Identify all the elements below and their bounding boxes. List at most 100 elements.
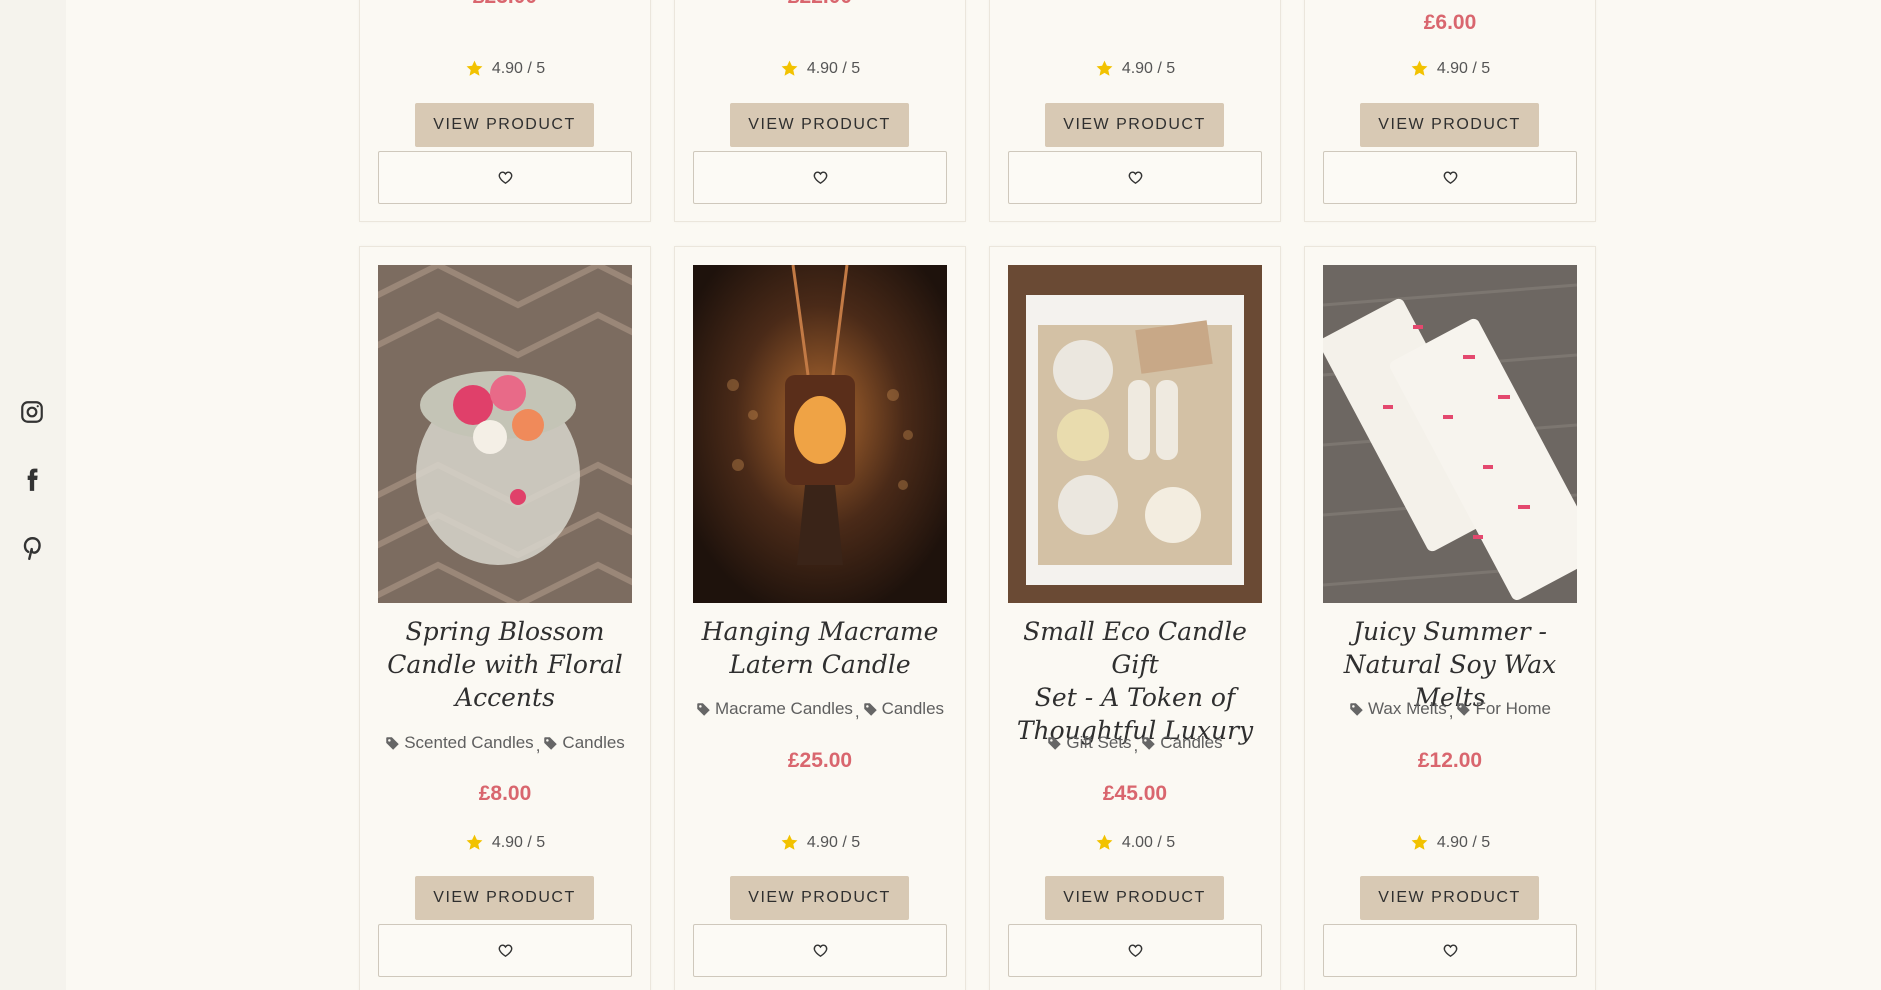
- wishlist-button[interactable]: [1008, 151, 1262, 204]
- product-image[interactable]: [378, 265, 632, 603]
- wishlist-button[interactable]: [693, 151, 947, 204]
- view-product-button[interactable]: VIEW PRODUCT: [1045, 876, 1224, 920]
- product-card: Juicy Summer - Natural Soy Wax Melts Wax…: [1304, 246, 1596, 990]
- product-price: £22.00: [675, 0, 965, 9]
- tag-icon: [863, 702, 877, 716]
- product-card: £6.00 4.90 / 5 VIEW PRODUCT: [1304, 0, 1596, 222]
- wishlist-button[interactable]: [378, 924, 632, 977]
- wishlist-button[interactable]: [693, 924, 947, 977]
- product-rating: 4.90 / 5: [1305, 59, 1595, 78]
- rating-text: 4.90 / 5: [1436, 833, 1491, 851]
- category-label: Candles: [562, 733, 625, 752]
- product-card: 4.90 / 5 VIEW PRODUCT: [989, 0, 1281, 222]
- heart-icon: [813, 944, 827, 958]
- tag-icon: [1048, 736, 1062, 750]
- title-line: Accents: [455, 683, 555, 712]
- wishlist-button[interactable]: [1008, 924, 1262, 977]
- separator: ,: [1448, 701, 1454, 721]
- heart-icon: [1443, 944, 1457, 958]
- tag-icon: [697, 702, 710, 716]
- rating-text: 4.90 / 5: [1436, 59, 1491, 77]
- star-icon: [1096, 834, 1113, 850]
- product-categories: Gift Sets , Candles: [990, 733, 1280, 756]
- product-card: Hanging Macrame Latern Candle Macrame Ca…: [674, 246, 966, 990]
- pinterest-icon[interactable]: [16, 532, 48, 564]
- wishlist-button[interactable]: [1323, 924, 1577, 977]
- tag-icon: [544, 736, 558, 750]
- product-price: £45.00: [1102, 782, 1168, 805]
- star-icon: [1096, 60, 1113, 76]
- category-link[interactable]: Candles: [863, 699, 944, 719]
- wishlist-button[interactable]: [1323, 151, 1577, 204]
- category-label: Macrame Candles: [714, 699, 853, 718]
- product-rating: 4.90 / 5: [675, 59, 965, 78]
- star-icon: [781, 834, 798, 850]
- category-link[interactable]: For Home: [1456, 699, 1551, 719]
- title-line: Hanging Macrame: [701, 617, 939, 646]
- category-label: Candles: [1160, 733, 1223, 752]
- tag-icon: [1142, 736, 1156, 750]
- facebook-icon[interactable]: [16, 464, 48, 496]
- star-icon: [781, 60, 798, 76]
- view-product-button[interactable]: VIEW PRODUCT: [1045, 103, 1224, 147]
- product-title[interactable]: Hanging Macrame Latern Candle: [685, 615, 955, 681]
- star-icon: [466, 60, 483, 76]
- star-icon: [466, 834, 483, 850]
- view-product-button[interactable]: VIEW PRODUCT: [730, 103, 909, 147]
- instagram-icon[interactable]: [16, 396, 48, 428]
- star-icon: [1411, 834, 1428, 850]
- product-image[interactable]: [1323, 265, 1577, 603]
- heart-icon: [498, 171, 512, 185]
- category-link[interactable]: Macrame Candles: [696, 699, 853, 719]
- heart-icon: [498, 944, 512, 958]
- title-line: Juicy Summer -: [1353, 617, 1547, 646]
- rating-text: 4.90 / 5: [491, 833, 546, 851]
- category-link[interactable]: Gift Sets: [1047, 733, 1132, 753]
- product-price: £25.00: [787, 749, 853, 772]
- category-link[interactable]: Candles: [1141, 733, 1223, 753]
- category-link[interactable]: Candles: [543, 733, 625, 753]
- product-rating: 4.90 / 5: [990, 59, 1280, 78]
- product-card: Small Eco Candle Gift Set - A Token of T…: [989, 246, 1281, 990]
- view-product-button[interactable]: VIEW PRODUCT: [415, 103, 594, 147]
- product-categories: Macrame Candles , Candles: [675, 699, 965, 722]
- product-card: Spring Blossom Candle with Floral Accent…: [359, 246, 651, 990]
- view-product-button[interactable]: VIEW PRODUCT: [415, 876, 594, 920]
- heart-icon: [813, 171, 827, 185]
- category-label: Gift Sets: [1066, 733, 1132, 752]
- product-rating: 4.90 / 5: [675, 833, 965, 852]
- wishlist-button[interactable]: [378, 151, 632, 204]
- tag-icon: [1350, 702, 1363, 716]
- category-label: Scented Candles: [404, 733, 534, 752]
- category-label: For Home: [1475, 699, 1552, 718]
- tag-icon: [386, 736, 399, 750]
- product-image[interactable]: [693, 265, 947, 603]
- product-rating: 4.90 / 5: [1305, 833, 1595, 852]
- product-price: £6.00: [1423, 11, 1477, 34]
- product-price: £23.00: [360, 0, 650, 9]
- product-categories: Wax Melts , For Home: [1305, 699, 1595, 722]
- product-price: £8.00: [478, 782, 532, 805]
- view-product-button[interactable]: VIEW PRODUCT: [730, 876, 909, 920]
- product-rating: 4.90 / 5: [360, 59, 650, 78]
- heart-icon: [1128, 944, 1142, 958]
- product-card: £23.00 4.90 / 5 VIEW PRODUCT: [359, 0, 651, 222]
- separator: ,: [535, 735, 541, 755]
- title-line: Small Eco Candle Gift: [1023, 617, 1247, 679]
- product-rating: 4.00 / 5: [990, 833, 1280, 852]
- title-line: Latern Candle: [729, 650, 911, 679]
- category-link[interactable]: Scented Candles: [385, 733, 534, 753]
- category-label: Candles: [881, 699, 945, 718]
- title-line: Set - A Token of: [1034, 683, 1236, 712]
- heart-icon: [1128, 171, 1142, 185]
- category-link[interactable]: Wax Melts: [1349, 699, 1447, 719]
- view-product-button[interactable]: VIEW PRODUCT: [1360, 103, 1539, 147]
- product-title[interactable]: Small Eco Candle Gift Set - A Token of T…: [1000, 615, 1270, 747]
- view-product-button[interactable]: VIEW PRODUCT: [1360, 876, 1539, 920]
- rating-text: 4.90 / 5: [806, 833, 861, 851]
- rating-text: 4.90 / 5: [1121, 59, 1176, 77]
- rating-text: 4.90 / 5: [491, 59, 546, 77]
- star-icon: [1411, 60, 1428, 76]
- product-image[interactable]: [1008, 265, 1262, 603]
- product-title[interactable]: Spring Blossom Candle with Floral Accent…: [370, 615, 640, 714]
